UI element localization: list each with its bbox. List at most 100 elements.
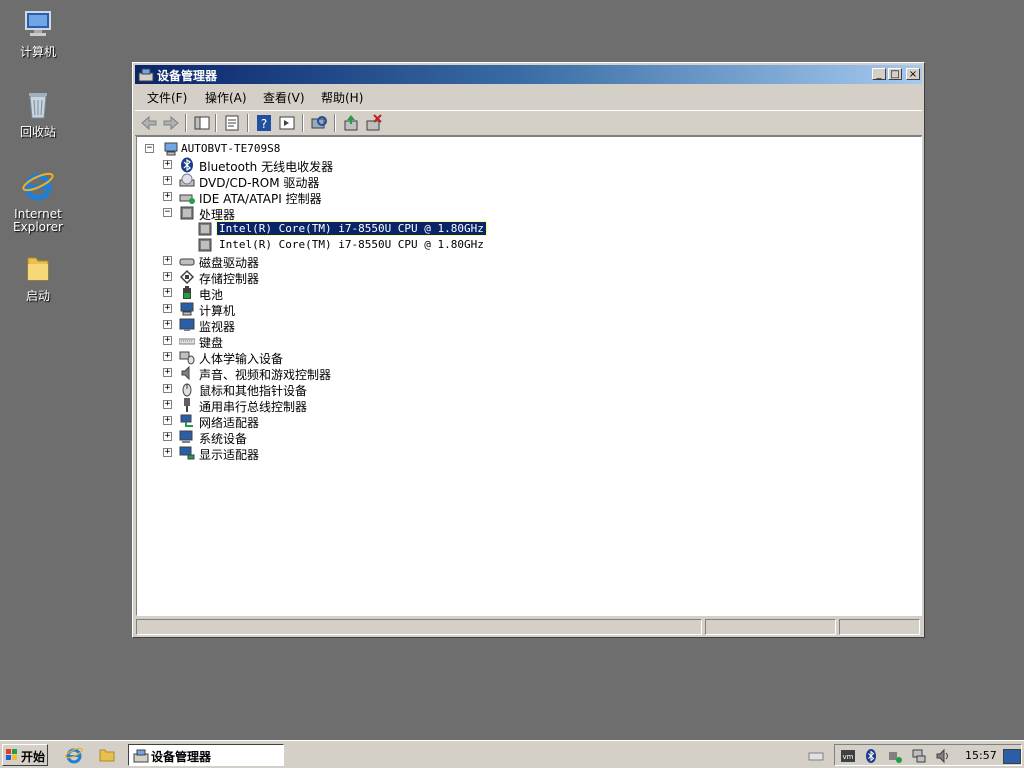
update-driver-icon[interactable]	[341, 113, 361, 133]
tree-node-ide[interactable]: + IDE ATA/ATAPI 控制器	[163, 189, 563, 206]
expand-icon[interactable]: +	[163, 272, 172, 281]
bluetooth-icon	[181, 157, 193, 173]
toolbar: ?	[135, 110, 922, 136]
expand-icon[interactable]: +	[163, 304, 172, 313]
menu-view[interactable]: 查看(V)	[263, 89, 305, 106]
tree-node-monitor[interactable]: + 监视器	[163, 317, 563, 334]
tree-node-computer[interactable]: + 计算机	[163, 301, 563, 318]
tree-node-cpu-1[interactable]: Intel(R) Core(TM) i7-8550U CPU @ 1.80GHz	[197, 237, 597, 253]
expand-icon[interactable]: +	[163, 320, 172, 329]
tree-node-hid[interactable]: + 人体学输入设备	[163, 349, 563, 366]
window-title: 设备管理器	[157, 69, 218, 83]
tree-node-bluetooth[interactable]: + Bluetooth 无线电收发器	[163, 157, 563, 174]
tree-node-storage[interactable]: + 存储控制器	[163, 269, 563, 286]
tree-node-usb[interactable]: + 通用串行总线控制器	[163, 397, 563, 414]
tree-node-cpu-0[interactable]: Intel(R) Core(TM) i7-8550U CPU @ 1.80GHz	[197, 221, 597, 237]
help-icon[interactable]: ?	[254, 113, 274, 133]
explorer-folder-icon[interactable]	[98, 746, 116, 764]
back-icon[interactable]	[139, 113, 159, 133]
device-manager-window: 设备管理器 _ □ × 文件(F) 操作(A) 查看(V) 帮助(H) ? − …	[132, 62, 925, 638]
tree-node-battery[interactable]: + 电池	[163, 285, 563, 302]
clock[interactable]: 15:57	[965, 749, 997, 762]
tree-root[interactable]: − AUTOBVT-TE709S8	[145, 141, 445, 157]
console-tree-icon[interactable]	[192, 113, 212, 133]
expand-icon[interactable]: +	[163, 336, 172, 345]
device-manager-icon	[138, 68, 154, 82]
computer-icon	[180, 302, 194, 316]
ie-icon[interactable]	[65, 746, 83, 764]
status-pane-2	[705, 619, 836, 635]
volume-icon[interactable]	[935, 748, 951, 764]
collapse-icon[interactable]: −	[145, 144, 154, 153]
expand-icon[interactable]: +	[163, 432, 172, 441]
expand-icon[interactable]: +	[163, 416, 172, 425]
toolbar-separator	[185, 114, 187, 132]
close-icon: ×	[908, 69, 918, 80]
tree-node-processor[interactable]: − 处理器	[163, 205, 563, 222]
usb-icon	[184, 398, 190, 412]
desktop-icon-recycle-bin[interactable]: 回收站	[6, 88, 70, 139]
expand-icon[interactable]: +	[163, 192, 172, 201]
bluetooth-icon[interactable]	[863, 748, 879, 764]
expand-icon[interactable]: +	[163, 176, 172, 185]
sound-icon	[181, 365, 190, 381]
storage-icon	[179, 269, 195, 285]
system-tray: vm 15:57	[834, 744, 1022, 766]
tree-node-system[interactable]: + 系统设备	[163, 429, 563, 446]
network-tray-icon[interactable]	[911, 748, 927, 764]
svg-text:vm: vm	[843, 753, 854, 761]
vmware-icon[interactable]: vm	[840, 748, 856, 764]
toolbar-separator	[334, 114, 336, 132]
scan-hardware-icon[interactable]	[309, 113, 329, 133]
expand-icon[interactable]: +	[163, 448, 172, 457]
network-icon	[180, 414, 193, 427]
minimize-icon: _	[876, 69, 882, 80]
desktop-icon-computer[interactable]: 计算机	[6, 8, 70, 59]
tree-node-dvd[interactable]: + DVD/CD-ROM 驱动器	[163, 173, 563, 190]
desktop-icon-startup[interactable]: 启动	[6, 252, 70, 303]
expand-icon[interactable]: +	[163, 288, 172, 297]
tree-node-disk[interactable]: + 磁盘驱动器	[163, 253, 563, 270]
folder-icon	[27, 257, 49, 281]
properties-icon[interactable]	[222, 113, 242, 133]
disk-icon	[179, 258, 195, 266]
safely-remove-hardware-icon[interactable]	[887, 748, 903, 764]
expand-icon[interactable]: +	[163, 384, 172, 393]
maximize-icon: □	[890, 69, 900, 80]
start-label: 开始	[21, 750, 46, 764]
toolbar-separator	[215, 114, 217, 132]
show-desktop-icon[interactable]	[1003, 749, 1021, 764]
tree-node-sound[interactable]: + 声音、视频和游戏控制器	[163, 365, 563, 382]
maximize-button[interactable]: □	[888, 68, 902, 80]
expand-icon[interactable]: +	[163, 256, 172, 265]
close-button[interactable]: ×	[906, 68, 920, 80]
desktop-icon-ie[interactable]: Internet Explorer	[6, 170, 70, 234]
keyboard-tray-icon[interactable]	[808, 748, 824, 764]
svg-text:?: ?	[261, 117, 267, 131]
window-titlebar[interactable]: 设备管理器 _ □ ×	[135, 65, 922, 84]
tree-node-network[interactable]: + 网络适配器	[163, 413, 563, 430]
expand-icon[interactable]: +	[163, 400, 172, 409]
expand-icon[interactable]: +	[163, 368, 172, 377]
menu-help[interactable]: 帮助(H)	[321, 89, 363, 106]
desktop-icon-label: 计算机	[19, 45, 56, 59]
tree-node-keyboard[interactable]: + 键盘	[163, 333, 563, 350]
tree-node-display[interactable]: + 显示适配器	[163, 445, 563, 462]
collapse-icon[interactable]: −	[163, 208, 172, 217]
expand-icon[interactable]: +	[163, 160, 172, 169]
export-icon[interactable]	[277, 113, 297, 133]
toolbar-separator	[302, 114, 304, 132]
forward-icon[interactable]	[161, 113, 181, 133]
tree-node-mouse[interactable]: + 鼠标和其他指针设备	[163, 381, 563, 398]
start-button[interactable]: 开始	[2, 744, 48, 766]
windows-logo-icon	[6, 749, 17, 760]
tree-node-label: Intel(R) Core(TM) i7-8550U CPU @ 1.80GHz	[219, 238, 484, 251]
recycle-bin-icon	[29, 93, 47, 119]
menu-file[interactable]: 文件(F)	[147, 89, 187, 106]
minimize-button[interactable]: _	[872, 68, 886, 80]
expand-icon[interactable]: +	[163, 352, 172, 361]
uninstall-icon[interactable]	[364, 113, 384, 133]
taskbar-device-manager-button[interactable]: 设备管理器	[128, 744, 284, 766]
menu-action[interactable]: 操作(A)	[205, 89, 247, 106]
status-pane-3	[839, 619, 920, 635]
